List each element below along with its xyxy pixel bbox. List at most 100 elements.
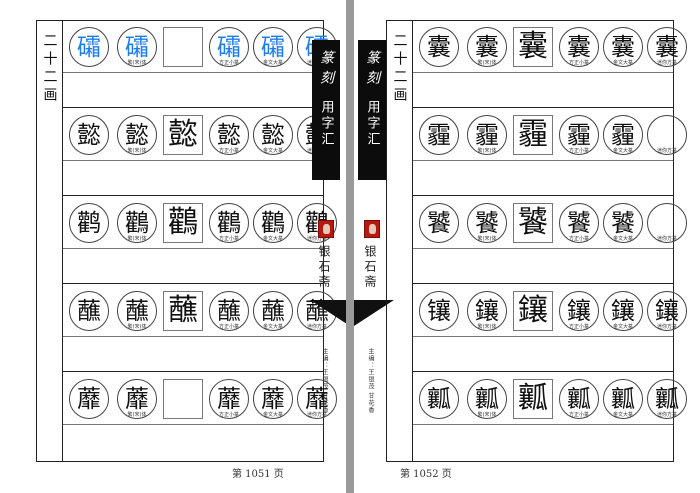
head-character: 蘸 [69, 291, 109, 331]
glyph: 鑲 [475, 297, 499, 325]
script-label: 方正小篆 [218, 412, 239, 418]
glyph: 饕 [611, 209, 635, 237]
script-label: 繁(宋)体 [477, 412, 497, 418]
script-label: 金文大篆 [262, 324, 283, 330]
spine [346, 0, 354, 493]
right-page: 篆刻 用字汇 银石斋 主编：王银茂 甘花香 二十二画 囊囊繁(宋)体囊囊方正小篆… [354, 0, 700, 493]
glyph: 鹳 [77, 209, 101, 237]
seal-stamp [318, 220, 334, 238]
seal-title: 篆刻 [364, 50, 380, 90]
wedge-decoration [310, 300, 350, 326]
script-label: 金文大篆 [612, 236, 633, 242]
head-character: 霾 [419, 115, 459, 155]
seal-variant: 饕 [513, 203, 553, 243]
left-page: 二十二画 礵礵繁(宋)体礵方正小篆礵金文大篆礵迷你方篆懿懿繁(宋)体懿懿方正小篆… [0, 0, 350, 493]
left-frame: 二十二画 礵礵繁(宋)体礵方正小篆礵金文大篆礵迷你方篆懿懿繁(宋)体懿懿方正小篆… [36, 20, 337, 462]
glyph: 礵 [217, 33, 241, 61]
script-label: 繁(宋)体 [127, 236, 147, 242]
script-label: 迷你方篆 [656, 236, 677, 242]
glyph: 礵 [261, 33, 285, 61]
glyph: 饕 [567, 209, 591, 237]
glyph: 瓤 [475, 385, 499, 413]
seal-variant: 霾 [513, 115, 553, 155]
glyph: 蘼 [261, 385, 285, 413]
glyph: 鸛 [217, 209, 241, 237]
script-label: 繁(宋)体 [127, 412, 147, 418]
glyph: 礵 [77, 33, 101, 61]
glyph: 鑲 [655, 297, 679, 325]
seal-variant: 懿 [163, 115, 203, 155]
title-banner: 篆刻 用字汇 [358, 40, 386, 180]
entry-row: 懿懿繁(宋)体懿懿方正小篆懿金文大篆懿迷你方篆 [63, 109, 337, 196]
script-label: 繁(宋)体 [127, 324, 147, 330]
script-label: 繁(宋)体 [477, 236, 497, 242]
entry-row: 蘸蘸繁(宋)体蘸蘸方正小篆蘸金文大篆蘸迷你方篆 [63, 285, 337, 372]
script-label: 方正小篆 [218, 60, 239, 66]
seal-variant: 蘸 [163, 291, 203, 331]
head-character: 蘼 [69, 379, 109, 419]
glyph: 霾 [518, 117, 548, 152]
script-label: 迷你方篆 [656, 60, 677, 66]
glyph: 囊 [655, 33, 679, 61]
entry-row: 瓤瓤繁(宋)体瓤瓤方正小篆瓤金文大篆瓤迷你方篆 [413, 373, 687, 460]
glyph: 蘼 [77, 385, 101, 413]
glyph: 鑲 [611, 297, 635, 325]
glyph: 霾 [567, 121, 591, 149]
glyph: 囊 [427, 33, 451, 61]
script-label: 迷你方篆 [656, 148, 677, 154]
head-character: 囊 [419, 27, 459, 67]
script-label: 方正小篆 [568, 148, 589, 154]
glyph: 霾 [427, 121, 451, 149]
glyph: 鸛 [168, 205, 198, 240]
glyph: 瓤 [518, 381, 548, 416]
page-number: 第 1051 页 [232, 469, 284, 480]
script-label: 繁(宋)体 [477, 148, 497, 154]
glyph: 懿 [77, 121, 101, 149]
script-label: 迷你方篆 [306, 412, 327, 418]
glyph: 瓤 [655, 385, 679, 413]
glyph: 鸛 [261, 209, 285, 237]
head-character: 镶 [419, 291, 459, 331]
seal-variant [163, 379, 203, 419]
glyph: 懿 [217, 121, 241, 149]
glyph: 瓤 [567, 385, 591, 413]
seal-title: 篆刻 [318, 50, 334, 90]
entry-row: 礵礵繁(宋)体礵方正小篆礵金文大篆礵迷你方篆 [63, 21, 337, 108]
section-header: 二十二画 [391, 33, 408, 105]
script-label: 繁(宋)体 [477, 60, 497, 66]
seal-variant: 瓤 [513, 379, 553, 419]
right-frame: 二十二画 囊囊繁(宋)体囊囊方正小篆囊金文大篆囊迷你方篆霾霾繁(宋)体霾霾方正小… [386, 20, 687, 462]
script-label: 金文大篆 [612, 148, 633, 154]
script-label: 金文大篆 [262, 60, 283, 66]
glyph: 鑲 [518, 293, 548, 328]
entry-row: 饕饕繁(宋)体饕饕方正小篆饕金文大篆 迷你方篆 [413, 197, 687, 284]
glyph: 霾 [611, 121, 635, 149]
head-character: 礵 [69, 27, 109, 67]
head-character: 瓤 [419, 379, 459, 419]
script-label: 迷你方篆 [656, 412, 677, 418]
glyph: 蘸 [261, 297, 285, 325]
left-section-column: 二十二画 [37, 21, 63, 461]
script-label: 繁(宋)体 [477, 324, 497, 330]
script-label: 方正小篆 [218, 324, 239, 330]
entry-row: 蘼蘼繁(宋)体蘼方正小篆蘼金文大篆蘼迷你方篆 [63, 373, 337, 460]
seal-variant: 鑲 [513, 291, 553, 331]
script-label: 金文大篆 [612, 412, 633, 418]
entry-row: 鹳鸛繁(宋)体鸛鸛方正小篆鸛金文大篆鸛迷你方篆 [63, 197, 337, 284]
script-label: 迷你方篆 [656, 324, 677, 330]
glyph: 饕 [518, 205, 548, 240]
glyph: 懿 [168, 117, 198, 152]
glyph: 饕 [427, 209, 451, 237]
script-label: 金文大篆 [262, 412, 283, 418]
glyph: 懿 [125, 121, 149, 149]
glyph: 囊 [611, 33, 635, 61]
editors: 主编：王银茂 甘花香 [367, 348, 374, 414]
publisher: 银石斋 [363, 245, 377, 290]
script-label: 金文大篆 [262, 148, 283, 154]
glyph: 蘼 [125, 385, 149, 413]
glyph: 蘸 [217, 297, 241, 325]
glyph: 蘼 [217, 385, 241, 413]
glyph: 霾 [475, 121, 499, 149]
seal-variant: 鸛 [163, 203, 203, 243]
series-title: 用字汇 [318, 100, 334, 148]
